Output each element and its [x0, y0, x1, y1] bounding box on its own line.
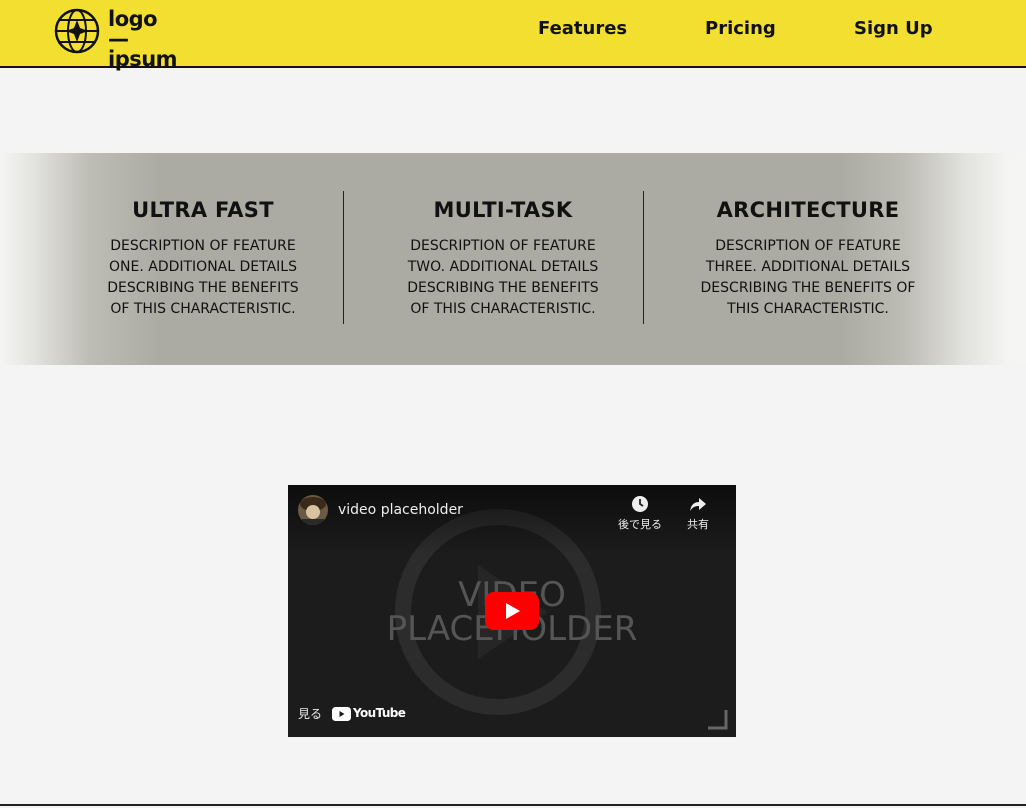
divider [643, 191, 644, 324]
nav-signup[interactable]: Sign Up [854, 18, 933, 39]
video-top-overlay [288, 485, 736, 555]
feature-title: ARCHITECTURE [716, 198, 900, 222]
footer-divider [0, 804, 1026, 806]
avatar-image [298, 495, 328, 525]
share-icon [690, 498, 706, 511]
feature-ultra-fast: ULTRA FAST DESCRIPTION OF FEATURE ONE. A… [73, 198, 333, 320]
feature-architecture: ARCHITECTURE DESCRIPTION OF FEATURE THRE… [678, 198, 938, 320]
youtube-icon [332, 707, 351, 721]
feature-title: MULTI-TASK [433, 198, 573, 222]
features-section: ULTRA FAST DESCRIPTION OF FEATURE ONE. A… [0, 153, 1026, 365]
fullscreen-icon[interactable] [706, 708, 728, 730]
logo-wordmark: logo — ipsum [108, 7, 178, 71]
globe-star-icon [54, 8, 100, 54]
play-button[interactable] [485, 592, 539, 630]
clock-icon [632, 496, 648, 512]
share-button[interactable]: 共有 [687, 495, 709, 532]
nav-features[interactable]: Features [538, 18, 627, 39]
logo[interactable]: logo — ipsum [54, 7, 184, 70]
watch-on-label[interactable]: 見る [298, 705, 322, 722]
divider [343, 191, 344, 324]
channel-avatar[interactable] [298, 495, 328, 525]
feature-description: DESCRIPTION OF FEATURE ONE. ADDITIONAL D… [107, 238, 299, 317]
feature-description: DESCRIPTION OF FEATURE TWO. ADDITIONAL D… [407, 238, 599, 317]
site-header: logo — ipsum Features Pricing Sign Up [0, 0, 1026, 70]
feature-title: ULTRA FAST [132, 198, 274, 222]
nav-pricing[interactable]: Pricing [705, 18, 776, 39]
watch-later-button[interactable]: 後で見る [618, 495, 662, 532]
feature-description: DESCRIPTION OF FEATURE THREE. ADDITIONAL… [700, 238, 916, 317]
video-title[interactable]: video placeholder [338, 502, 463, 518]
feature-multi-task: MULTI-TASK DESCRIPTION OF FEATURE TWO. A… [373, 198, 633, 320]
video-embed[interactable]: VIDEO PLACEHOLDER video placeholder 後で見る… [288, 485, 736, 737]
